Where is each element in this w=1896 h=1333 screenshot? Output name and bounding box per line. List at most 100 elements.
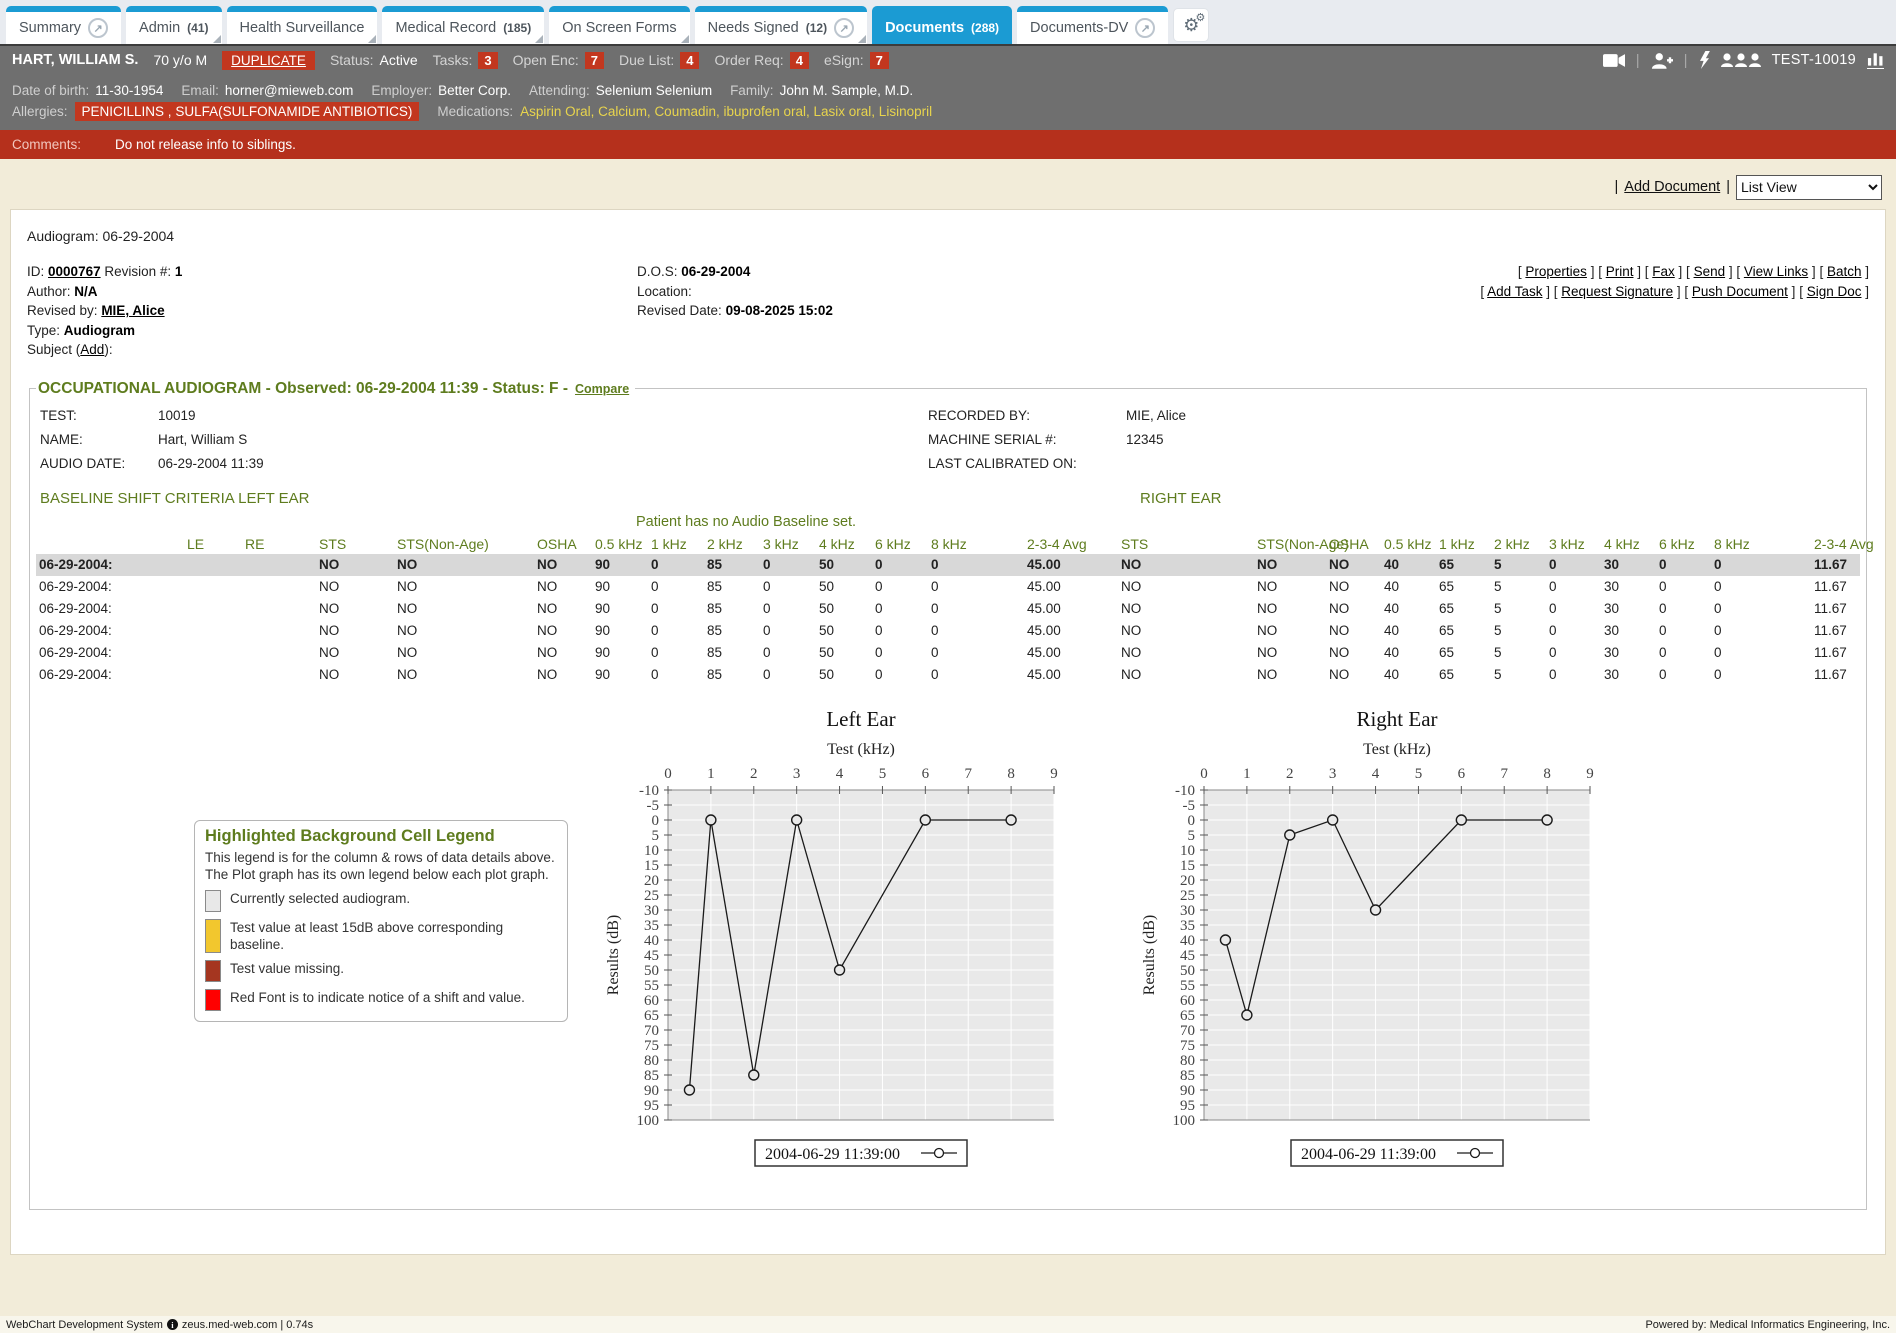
tab-label: Documents [885,20,964,36]
svg-text:30: 30 [644,903,659,919]
data-cell: 0 [760,664,816,686]
tab-health-surveillance[interactable]: Health Surveillance [227,6,378,44]
tab-medical-record[interactable]: Medical Record(185) [382,6,544,44]
audio-info-label: LAST CALIBRATED ON: [928,452,1126,476]
table-row: 06-29-2004:NONONO900850500045.00NONONO40… [36,642,1860,664]
compare-link[interactable]: Compare [575,382,629,396]
svg-text:6: 6 [1458,766,1466,782]
data-cell: 40 [1381,664,1436,686]
duplicate-badge[interactable]: DUPLICATE [222,51,315,70]
svg-text:5: 5 [652,828,660,844]
section-title-text: OCCUPATIONAL AUDIOGRAM - Observed: 06-29… [38,380,568,398]
print-link[interactable]: Print [1606,264,1634,279]
popup-window-icon[interactable]: ↗ [88,18,108,38]
date-column-header [36,534,184,554]
column-header: OSHA [534,534,592,554]
column-header: 4 kHz [816,534,872,554]
audio-info-label: TEST: [40,404,158,428]
push-document-link[interactable]: Push Document [1692,284,1788,299]
svg-text:7: 7 [964,766,972,782]
properties-link[interactable]: Properties [1525,264,1587,279]
row-date-cell: 06-29-2004: [36,664,184,686]
popup-window-icon[interactable]: ↗ [1135,18,1155,38]
request-signature-link[interactable]: Request Signature [1561,284,1673,299]
data-cell: 90 [592,664,648,686]
tab-on-screen-forms[interactable]: On Screen Forms [549,6,689,44]
svg-text:4: 4 [836,766,844,782]
tab-summary[interactable]: Summary↗ [6,6,121,44]
lightning-icon[interactable] [1699,51,1710,69]
data-cell: NO [316,576,394,598]
sign-doc-link[interactable]: Sign Doc [1807,284,1862,299]
audiogram-section-title: OCCUPATIONAL AUDIOGRAM - Observed: 06-29… [36,380,635,398]
video-camera-icon[interactable] [1603,53,1625,68]
data-cell: 0 [648,576,704,598]
view-mode-select[interactable]: List View [1736,175,1882,200]
table-row: 06-29-2004:NONONO900850500045.00NONONO40… [36,664,1860,686]
data-cell [184,576,242,598]
patient-group-icon[interactable] [1721,53,1761,68]
data-cell [242,554,316,576]
info-label: Employer: [371,83,432,98]
tab-documents[interactable]: Documents(288) [872,6,1012,44]
count-badge[interactable]: 4 [680,52,699,69]
comments-bar: Comments: Do not release info to sibling… [0,130,1896,159]
audiogram-section: OCCUPATIONAL AUDIOGRAM - Observed: 06-29… [29,380,1867,1210]
data-cell: NO [1118,620,1254,642]
audio-info-value: 10019 [158,404,928,428]
info-value: John M. Sample, M.D. [780,83,914,98]
revised-by-link[interactable]: MIE, Alice [101,303,164,318]
popup-window-icon[interactable]: ↗ [834,18,854,38]
patient-info-band: Date of birth:11-30-1954Email:horner@mie… [0,74,1896,130]
field-label: Tasks: [433,52,473,68]
footer-system-name: WebChart Development System [6,1319,163,1331]
add-task-link[interactable]: Add Task [1487,284,1542,299]
data-cell: 5 [1491,554,1546,576]
section-spacer-cell [1072,576,1118,598]
revision-value: 1 [175,264,183,279]
data-cell [184,620,242,642]
data-cell: 0 [760,598,816,620]
view-links-link[interactable]: View Links [1744,264,1808,279]
data-cell: NO [1326,554,1381,576]
fax-link[interactable]: Fax [1652,264,1675,279]
flowsheet-chart-icon[interactable] [1867,52,1884,69]
svg-text:3: 3 [1329,766,1337,782]
tab-admin[interactable]: Admin(41) [126,6,221,44]
count-badge[interactable]: 7 [870,52,889,69]
column-header: 6 kHz [1656,534,1711,554]
send-link[interactable]: Send [1694,264,1726,279]
data-cell: 0 [1656,620,1711,642]
footer: WebChart Development System i zeus.med-w… [0,1316,1896,1333]
data-cell: NO [1254,642,1326,664]
svg-text:55: 55 [1180,978,1195,994]
document-id-link[interactable]: 0000767 [48,264,101,279]
column-header: 4 kHz [1601,534,1656,554]
subject-add-link[interactable]: Add [80,342,104,357]
data-cell: 45.00 [1024,642,1072,664]
settings-tab[interactable]: ⚙⚙ [1173,8,1209,42]
field-label: Due List: [619,52,674,68]
data-cell: 50 [816,664,872,686]
svg-text:-10: -10 [639,783,659,799]
tab-needs-signed[interactable]: Needs Signed(12)↗ [695,6,867,44]
add-user-icon[interactable] [1651,52,1673,69]
count-badge[interactable]: 7 [585,52,604,69]
data-cell: NO [1326,664,1381,686]
batch-link[interactable]: Batch [1827,264,1862,279]
patient-header-bar: HART, WILLIAM S. 70 y/o M DUPLICATE Stat… [0,44,1896,74]
count-badge[interactable]: 3 [478,52,497,69]
data-cell: NO [394,642,534,664]
count-badge[interactable]: 4 [790,52,809,69]
row-date-cell: 06-29-2004: [36,598,184,620]
allergies-badge: PENICILLINS , SULFA(SULFONAMIDE ANTIBIOT… [75,102,420,121]
svg-text:Right Ear: Right Ear [1356,707,1437,731]
tab-documents-dv[interactable]: Documents-DV↗ [1017,6,1168,44]
data-cell: 0 [872,642,928,664]
separator: | [1726,179,1730,195]
add-document-link[interactable]: Add Document [1624,179,1720,195]
field-label: Open Enc: [513,52,579,68]
column-header: 2 kHz [704,534,760,554]
info-icon[interactable]: i [167,1319,178,1330]
svg-text:15: 15 [644,858,659,874]
